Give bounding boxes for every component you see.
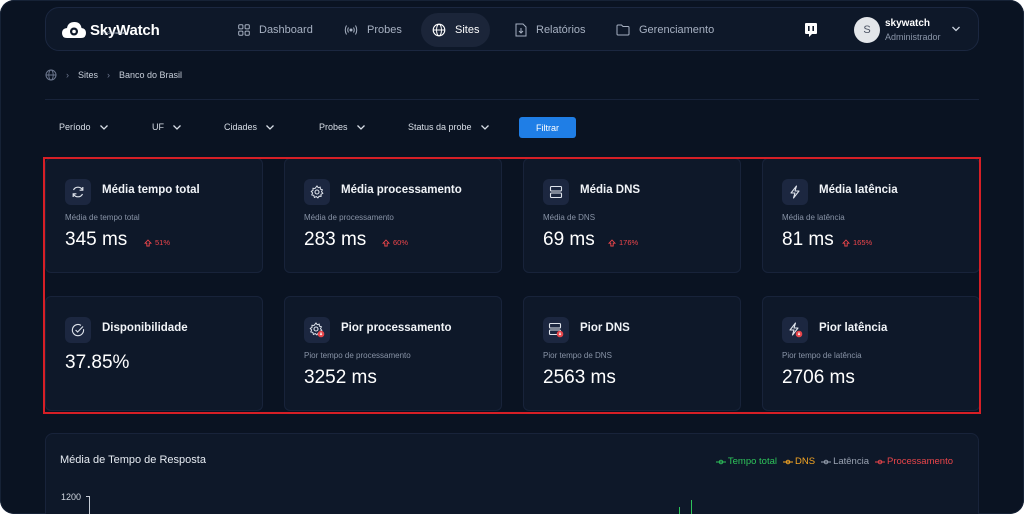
filter-uf-label: UF — [152, 122, 164, 132]
chevron-down-icon — [173, 124, 181, 130]
globe-icon[interactable] — [45, 69, 57, 81]
legend-dns[interactable]: DNS — [783, 456, 815, 467]
nav-dashboard-label: Dashboard — [259, 24, 313, 36]
chevron-down-icon — [356, 124, 365, 130]
breadcrumb-sites[interactable]: Sites — [78, 70, 98, 80]
breadcrumb-current: Banco do Brasil — [119, 70, 183, 80]
nav-sites[interactable]: Sites — [421, 13, 491, 47]
folder-icon — [616, 24, 630, 36]
legend-label: DNS — [795, 456, 816, 467]
legend-line-marker — [715, 459, 726, 464]
nav-probes[interactable]: Probes — [333, 13, 413, 47]
filter-status-probe-label: Status da probe — [408, 122, 472, 132]
header-divider — [45, 99, 979, 100]
nav-gerenciamento[interactable]: Gerenciamento — [605, 13, 725, 47]
highlight-box — [43, 157, 981, 414]
chart-title: Média de Tempo de Resposta — [60, 454, 206, 466]
filter-cidades-label: Cidades — [224, 122, 258, 132]
broadcast-icon — [344, 25, 358, 35]
nav-probes-label: Probes — [367, 24, 402, 36]
filter-cidades[interactable]: Cidades — [224, 120, 275, 134]
user-name[interactable]: skywatch — [885, 18, 930, 29]
download-report-icon — [515, 23, 527, 37]
legend-line-marker — [821, 459, 832, 464]
nav-sites-label: Sites — [455, 24, 480, 36]
y-tick-label: 1200 — [61, 492, 82, 502]
breadcrumb-separator: › — [66, 70, 69, 80]
chevron-down-icon[interactable] — [951, 25, 961, 33]
legend-label: Processamento — [886, 456, 953, 467]
breadcrumb-separator: › — [107, 70, 111, 80]
avatar[interactable]: S — [854, 17, 880, 43]
filter-probes[interactable]: Probes — [319, 120, 366, 134]
chevron-down-icon — [99, 124, 108, 130]
response-time-chart: Média de Tempo de Resposta Tempo total D… — [45, 433, 979, 514]
app-subtitle: by Globalstar — [102, 30, 126, 35]
breadcrumb: › Sites › Banco do Brasil — [45, 68, 182, 82]
dashboard-grid-icon — [238, 24, 250, 36]
legend-tempo-total[interactable]: Tempo total — [715, 456, 777, 467]
filter-status-probe[interactable]: Status da probe — [408, 120, 490, 134]
app-window: SkyWatch by Globalstar Dashboard Probes — [0, 0, 1024, 514]
user-role: Administrador — [885, 32, 941, 42]
globe-icon — [432, 23, 446, 37]
notification-icon[interactable] — [801, 20, 821, 40]
series-line-segment — [691, 500, 692, 514]
nav-relatorios[interactable]: Relatórios — [504, 13, 597, 47]
y-axis — [89, 496, 90, 514]
top-navbar: SkyWatch by Globalstar Dashboard Probes — [45, 7, 979, 51]
legend-line-marker — [874, 459, 885, 464]
filter-periodo[interactable]: Período — [59, 120, 109, 134]
legend-line-marker — [783, 459, 793, 464]
legend-processamento[interactable]: Processamento — [874, 456, 953, 467]
legend-label: Tempo total — [727, 456, 777, 467]
filter-periodo-label: Período — [59, 122, 91, 132]
filter-uf[interactable]: UF — [152, 120, 182, 134]
series-line-segment — [679, 507, 680, 514]
nav-gerenciamento-label: Gerenciamento — [639, 24, 715, 36]
chevron-down-icon — [480, 124, 489, 130]
filter-probes-label: Probes — [319, 122, 348, 132]
legend-latencia[interactable]: Latência — [821, 456, 869, 467]
cloud-logo-icon — [61, 19, 87, 41]
legend-label: Latência — [833, 456, 869, 467]
chart-legend: Tempo total DNS Latência Processamento — [710, 456, 953, 467]
nav-dashboard[interactable]: Dashboard — [227, 13, 324, 47]
filter-button[interactable]: Filtrar — [519, 117, 576, 138]
chevron-down-icon — [266, 124, 274, 130]
nav-relatorios-label: Relatórios — [536, 24, 586, 36]
